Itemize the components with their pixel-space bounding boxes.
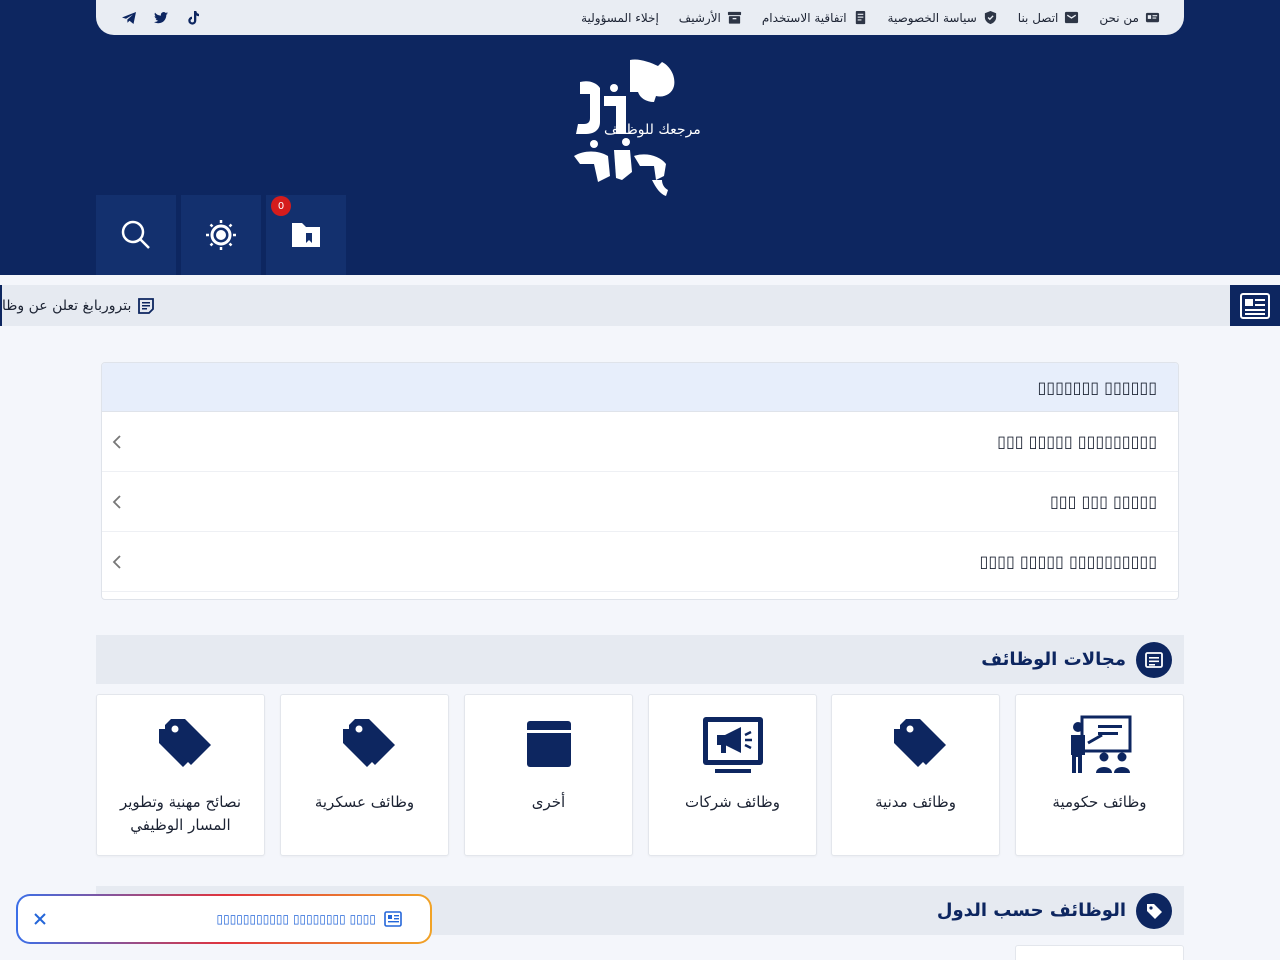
category-label: نصائح مهنية وتطوير المسار الوظيفي xyxy=(119,793,242,834)
category-card-military[interactable]: وظائف عسكرية xyxy=(280,694,449,856)
floating-notice-body: ▯▯▯▯ ▯▯▯▯▯▯▯▯ ▯▯▯▯▯▯▯▯▯▯▯ xyxy=(18,896,430,942)
category-label: وظائف حكومية xyxy=(1052,793,1147,811)
site-logo[interactable]: مرجعك للوظائف xyxy=(570,52,710,198)
top-link-disclaimer[interactable]: إخلاء المسؤولية xyxy=(581,11,659,25)
top-link-label: اتفاقية الاستخدام xyxy=(761,10,847,25)
newspaper-icon xyxy=(1240,292,1270,319)
archive-icon xyxy=(727,11,741,24)
site-header: من نحن اتصل بنا سياسة الخصوصية اتفاقية ا… xyxy=(0,0,1280,275)
article-icon xyxy=(138,297,155,314)
logo-tagline: مرجعك للوظائف xyxy=(604,122,701,138)
ticker-label xyxy=(1230,285,1280,326)
tags-icon xyxy=(333,715,397,775)
category-card-companies[interactable]: وظائف شركات xyxy=(648,694,817,856)
social-links xyxy=(120,9,202,27)
category-card-civil[interactable]: وظائف مدنية xyxy=(831,694,1000,856)
section-title: الوظائف حسب الدول xyxy=(936,900,1126,921)
country-card[interactable] xyxy=(1015,945,1184,960)
telegram-icon[interactable] xyxy=(120,9,138,27)
section-icon xyxy=(1136,641,1172,678)
theme-toggle-button[interactable] xyxy=(181,195,261,275)
toc-title[interactable]: ▯▯▯▯▯▯▯ ▯▯▯▯▯▯ xyxy=(102,363,1178,412)
search-button[interactable] xyxy=(96,195,176,275)
floating-notice-text: ▯▯▯▯ ▯▯▯▯▯▯▯▯ ▯▯▯▯▯▯▯▯▯▯▯ xyxy=(216,912,376,926)
top-link-privacy[interactable]: سياسة الخصوصية xyxy=(888,10,998,25)
floating-notice: ▯▯▯▯ ▯▯▯▯▯▯▯▯ ▯▯▯▯▯▯▯▯▯▯▯ xyxy=(16,894,432,944)
toc-item-label: ▯▯▯ ▯▯▯ ▯▯▯▯▯ xyxy=(1049,492,1157,511)
category-label: وظائف مدنية xyxy=(875,793,956,811)
top-link-label: سياسة الخصوصية xyxy=(887,10,977,25)
floating-notice-link[interactable]: ▯▯▯▯ ▯▯▯▯▯▯▯▯ ▯▯▯▯▯▯▯▯▯▯▯ xyxy=(216,910,402,928)
ticker-item-text: بتروربابغ تعلن عن وظا xyxy=(2,297,132,314)
top-link-label: الأرشيف xyxy=(678,10,721,25)
toc-item[interactable]: ▯▯▯ ▯▯▯ ▯▯▯▯▯ xyxy=(102,472,1178,532)
top-link-about[interactable]: من نحن xyxy=(1099,10,1160,25)
section-icon xyxy=(1136,892,1172,929)
bookmarks-count-badge: 0 xyxy=(271,196,291,216)
tag-icon xyxy=(1147,903,1162,919)
tiktok-icon[interactable] xyxy=(184,9,202,27)
section-header-job-fields: مجالات الوظائف xyxy=(96,635,1184,684)
top-links: من نحن اتصل بنا سياسة الخصوصية اتفاقية ا… xyxy=(581,10,1160,25)
megaphone-screen-icon xyxy=(701,715,765,775)
ticker-item[interactable]: بتروربابغ تعلن عن وظا xyxy=(2,285,155,326)
chevron-left-icon xyxy=(112,494,121,509)
bookmarks-icon xyxy=(292,223,320,247)
close-icon[interactable] xyxy=(30,909,50,929)
category-label: أخرى xyxy=(531,793,566,811)
job-category-grid: وظائف حكومية وظائف مدنية وظائف شركات أخر… xyxy=(96,694,1184,856)
category-card-career-tips[interactable]: نصائح مهنية وتطوير المسار الوظيفي xyxy=(96,694,265,856)
newspaper-icon xyxy=(384,911,402,927)
top-bar: من نحن اتصل بنا سياسة الخصوصية اتفاقية ا… xyxy=(96,0,1184,35)
table-of-contents: ▯▯▯▯▯▯▯ ▯▯▯▯▯▯ ▯▯▯ ▯▯▯▯▯ ▯▯▯▯▯▯▯▯▯ ▯▯▯ ▯… xyxy=(101,362,1179,600)
envelope-icon xyxy=(1065,11,1079,24)
id-card-icon xyxy=(1145,12,1160,23)
section-title: مجالات الوظائف xyxy=(981,649,1126,670)
tags-icon xyxy=(884,715,948,775)
twitter-icon[interactable] xyxy=(152,9,170,27)
top-link-label: اتصل بنا xyxy=(1017,10,1059,25)
toc-item-label: ▯▯▯ ▯▯▯▯▯ ▯▯▯▯▯▯▯▯▯ xyxy=(997,432,1157,451)
search-icon xyxy=(121,220,150,249)
category-label: وظائف عسكرية xyxy=(314,793,415,811)
top-link-label: من نحن xyxy=(1099,10,1139,25)
tags-icon xyxy=(149,715,213,775)
chevron-left-icon xyxy=(112,554,121,569)
toc-item[interactable]: ▯▯▯ ▯▯▯▯▯ ▯▯▯▯▯▯▯▯▯ xyxy=(102,412,1178,472)
category-card-government[interactable]: وظائف حكومية xyxy=(1015,694,1184,856)
top-link-contact[interactable]: اتصل بنا xyxy=(1018,10,1080,25)
category-label: وظائف شركات xyxy=(685,793,780,811)
toc-item-label: ▯▯▯▯ ▯▯▯▯▯ ▯▯▯▯▯▯▯▯▯▯ xyxy=(979,552,1157,571)
news-ticker: بتروربابغ تعلن عن وظا xyxy=(0,285,1280,326)
document-icon xyxy=(855,10,865,25)
toc-item[interactable]: ▯▯▯▯ ▯▯▯▯▯ ▯▯▯▯▯▯▯▯▯▯ xyxy=(102,532,1178,592)
top-link-terms[interactable]: اتفاقية الاستخدام xyxy=(762,10,868,25)
teacher-board-icon xyxy=(1068,715,1132,775)
window-icon xyxy=(517,715,581,775)
top-link-archive[interactable]: الأرشيف xyxy=(679,10,742,25)
shield-icon xyxy=(984,10,996,25)
sun-icon xyxy=(206,220,236,250)
chevron-left-icon xyxy=(112,434,121,449)
category-card-other[interactable]: أخرى xyxy=(464,694,633,856)
top-link-label: إخلاء المسؤولية xyxy=(581,10,659,25)
list-icon xyxy=(1145,651,1163,668)
